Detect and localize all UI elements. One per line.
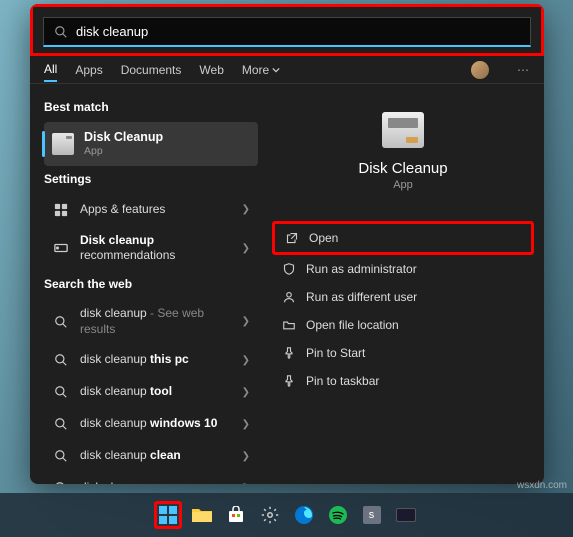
chevron-right-icon: ❯ — [242, 204, 250, 215]
action-run-different-user[interactable]: Run as different user — [272, 283, 534, 311]
search-icon — [52, 479, 70, 484]
web-result-2[interactable]: disk cleanup tool❯ — [44, 376, 258, 408]
start-search-panel: All Apps Documents Web More ⋯ Best match… — [30, 4, 544, 484]
app-preview: Disk Cleanup App — [358, 112, 447, 191]
disk-cleanup-icon — [52, 133, 74, 155]
app-type: App — [393, 179, 413, 191]
section-search-web: Search the web — [44, 277, 258, 291]
search-icon — [52, 313, 70, 331]
search-box[interactable] — [43, 17, 531, 47]
pin-icon — [282, 374, 296, 388]
user-icon — [282, 290, 296, 304]
watermark: wsxdn.com — [517, 480, 567, 491]
web-result-1[interactable]: disk cleanup this pc❯ — [44, 344, 258, 376]
chevron-right-icon: ❯ — [242, 316, 250, 327]
pin-icon — [282, 346, 296, 360]
chevron-right-icon: ❯ — [242, 419, 250, 430]
preview-column: Disk Cleanup App Open Run as administrat… — [262, 84, 544, 484]
web-result-0[interactable]: disk cleanup - See web results❯ — [44, 299, 258, 344]
tab-more[interactable]: More — [242, 59, 280, 81]
folder-icon — [282, 318, 296, 332]
search-input[interactable] — [76, 24, 520, 39]
tab-all[interactable]: All — [44, 58, 57, 82]
action-open-file-location[interactable]: Open file location — [272, 311, 534, 339]
storage-icon — [52, 239, 70, 257]
settings-apps-features[interactable]: Apps & features ❯ — [44, 194, 258, 226]
search-highlight — [30, 4, 544, 56]
taskbar-spotify[interactable] — [324, 501, 352, 529]
tab-web[interactable]: Web — [199, 59, 223, 81]
chevron-right-icon: ❯ — [242, 451, 250, 462]
search-icon — [54, 25, 68, 39]
user-avatar[interactable] — [471, 61, 489, 79]
disk-cleanup-icon-large — [382, 112, 424, 148]
taskbar-app-s[interactable]: s — [358, 501, 386, 529]
chevron-right-icon: ❯ — [242, 387, 250, 398]
section-best-match: Best match — [44, 100, 258, 114]
taskbar: s — [0, 493, 573, 537]
web-result-4[interactable]: disk cleanup clean❯ — [44, 440, 258, 472]
search-icon — [52, 415, 70, 433]
taskbar-edge[interactable] — [290, 501, 318, 529]
search-icon — [52, 383, 70, 401]
open-icon — [285, 231, 299, 245]
web-result-5[interactable]: disk cleanup app❯ — [44, 472, 258, 484]
section-settings: Settings — [44, 172, 258, 186]
apps-icon — [52, 201, 70, 219]
action-list: Open Run as administrator Run as differe… — [272, 221, 534, 395]
taskbar-settings[interactable] — [256, 501, 284, 529]
tab-documents[interactable]: Documents — [121, 59, 182, 81]
search-icon — [52, 447, 70, 465]
taskbar-app-terminal[interactable] — [392, 501, 420, 529]
chevron-right-icon: ❯ — [242, 355, 250, 366]
chevron-right-icon: ❯ — [242, 243, 250, 254]
taskbar-store[interactable] — [222, 501, 250, 529]
action-pin-start[interactable]: Pin to Start — [272, 339, 534, 367]
chevron-right-icon: ❯ — [242, 483, 250, 484]
search-icon — [52, 351, 70, 369]
tab-apps[interactable]: Apps — [75, 59, 102, 81]
start-button[interactable] — [154, 501, 182, 529]
more-options[interactable]: ⋯ — [517, 63, 530, 77]
shield-icon — [282, 262, 296, 276]
settings-disk-recommendations[interactable]: Disk cleanup recommendations ❯ — [44, 226, 258, 271]
app-name: Disk Cleanup — [358, 160, 447, 177]
web-result-3[interactable]: disk cleanup windows 10❯ — [44, 408, 258, 440]
action-open[interactable]: Open — [272, 221, 534, 255]
filter-tabs: All Apps Documents Web More ⋯ — [30, 56, 544, 84]
action-pin-taskbar[interactable]: Pin to taskbar — [272, 367, 534, 395]
action-run-admin[interactable]: Run as administrator — [272, 255, 534, 283]
taskbar-file-explorer[interactable] — [188, 501, 216, 529]
results-column: Best match Disk CleanupApp Settings Apps… — [30, 84, 262, 484]
best-match-disk-cleanup[interactable]: Disk CleanupApp — [44, 122, 258, 166]
